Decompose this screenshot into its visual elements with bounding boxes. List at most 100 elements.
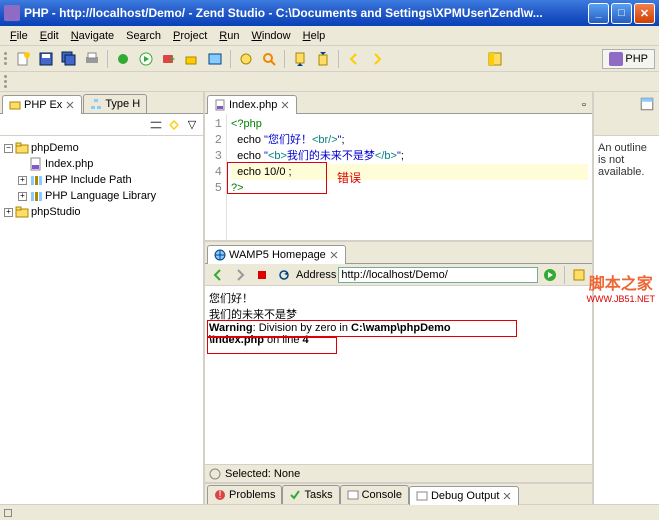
project-icon: [15, 205, 29, 219]
annotation-prev-button[interactable]: [290, 49, 310, 69]
open-perspective-button[interactable]: [485, 49, 505, 69]
menu-navigate[interactable]: Navigate: [65, 28, 120, 44]
perspective-label: PHP: [625, 53, 648, 65]
secondary-toolbar: [0, 72, 659, 92]
forward-button[interactable]: [367, 49, 387, 69]
project-icon: [15, 141, 29, 155]
menu-search[interactable]: Search: [120, 28, 167, 44]
php-file-icon: [29, 157, 43, 171]
browser-back-button[interactable]: [208, 265, 228, 285]
tab-type-hierarchy[interactable]: Type H: [83, 94, 147, 113]
open-type-button[interactable]: [236, 49, 256, 69]
tab-php-explorer[interactable]: PHP Ex: [2, 95, 82, 114]
maximize-button[interactable]: □: [611, 3, 632, 24]
run-button[interactable]: [136, 49, 156, 69]
code-editor[interactable]: <?php echo "您们好！<br/>"; echo "<b>我们的未来不是…: [227, 114, 592, 240]
browser-area: WAMP5 Homepage Address 您们好！ 我们的未来不是梦 Wa: [205, 242, 592, 482]
new-button[interactable]: [13, 49, 33, 69]
tab-tasks[interactable]: Tasks: [282, 485, 339, 504]
library-icon: [29, 189, 43, 203]
problems-icon: !: [214, 489, 226, 501]
status-text: Selected: None: [225, 468, 300, 480]
menu-run[interactable]: Run: [213, 28, 245, 44]
php-explorer-button[interactable]: [205, 49, 225, 69]
browser-forward-button[interactable]: [230, 265, 250, 285]
tab-debug-output[interactable]: Debug Output: [409, 486, 520, 505]
annotation-next-button[interactable]: [313, 49, 333, 69]
window-titlebar: PHP - http://localhost/Demo/ - Zend Stud…: [0, 0, 659, 26]
outline-message: An outline is not available.: [598, 142, 647, 178]
tab-label: Type H: [105, 98, 140, 110]
menu-edit[interactable]: Edit: [34, 28, 65, 44]
warning-highlight: [207, 337, 337, 354]
save-all-button[interactable]: [59, 49, 79, 69]
menu-window[interactable]: Window: [245, 28, 296, 44]
tab-problems[interactable]: !Problems: [207, 485, 282, 504]
browser-stop-button[interactable]: [252, 265, 272, 285]
expand-toggle[interactable]: +: [18, 176, 27, 185]
minimize-button[interactable]: _: [588, 3, 609, 24]
editor-tab-index[interactable]: Index.php: [207, 95, 297, 114]
run-external-button[interactable]: [159, 49, 179, 69]
tree-label: phpStudio: [31, 206, 81, 218]
expand-toggle[interactable]: +: [4, 208, 13, 217]
outline-view: An outline is not available.: [594, 136, 659, 504]
collapse-toggle[interactable]: −: [4, 144, 13, 153]
tree-label: PHP Language Library: [45, 190, 156, 202]
svg-text:!: !: [218, 489, 221, 501]
watermark: 脚本之家 WWW.JB51.NET: [586, 270, 655, 304]
new-server-button[interactable]: [182, 49, 202, 69]
expand-toggle[interactable]: +: [18, 192, 27, 201]
browser-refresh-button[interactable]: [274, 265, 294, 285]
status-icon: [209, 468, 221, 480]
tree-label: PHP Include Path: [45, 174, 132, 186]
tree-project-phpdemo[interactable]: − phpDemo: [4, 140, 199, 156]
folder-icon: [9, 99, 21, 111]
tree-file-index[interactable]: Index.php: [4, 156, 199, 172]
perspective-php[interactable]: PHP: [602, 49, 655, 69]
tasks-icon: [289, 489, 301, 501]
window-title: PHP - http://localhost/Demo/ - Zend Stud…: [24, 6, 588, 20]
collapse-all-button[interactable]: [148, 117, 164, 133]
tree-language-library[interactable]: + PHP Language Library: [4, 188, 199, 204]
print-button[interactable]: [82, 49, 102, 69]
page-line1: 您们好！: [209, 290, 588, 306]
close-icon[interactable]: [329, 250, 339, 260]
tab-console[interactable]: Console: [340, 485, 409, 504]
tree-project-phpstudio[interactable]: + phpStudio: [4, 204, 199, 220]
menu-project[interactable]: Project: [167, 28, 213, 44]
menu-help[interactable]: Help: [297, 28, 332, 44]
menu-file[interactable]: File: [4, 28, 34, 44]
maximize-icon[interactable]: ▫: [576, 97, 592, 113]
php-icon: [609, 52, 623, 66]
tab-label: WAMP5 Homepage: [229, 249, 326, 261]
link-editor-button[interactable]: [166, 117, 182, 133]
debug-button[interactable]: [113, 49, 133, 69]
back-button[interactable]: [344, 49, 364, 69]
globe-icon: [214, 249, 226, 261]
toolbar-grip[interactable]: [4, 75, 10, 88]
close-button[interactable]: ✕: [634, 3, 655, 24]
tree-include-path[interactable]: + PHP Include Path: [4, 172, 199, 188]
close-icon[interactable]: [65, 100, 75, 110]
browser-content: 您们好！ 我们的未来不是梦 Warning: Division by zero …: [205, 286, 592, 464]
browser-tab-wamp[interactable]: WAMP5 Homepage: [207, 245, 346, 264]
outline-restore-button[interactable]: [639, 96, 655, 112]
library-icon: [29, 173, 43, 187]
editor-area: Index.php ▫ 12345 <?php echo "您们好！<br/>"…: [205, 92, 592, 242]
view-menu-button[interactable]: ▽: [184, 117, 200, 133]
menu-bar: File Edit Navigate Search Project Run Wi…: [0, 26, 659, 46]
main-toolbar: PHP: [0, 46, 659, 72]
hierarchy-icon: [90, 98, 102, 110]
console-icon: [347, 489, 359, 501]
close-icon[interactable]: [280, 100, 290, 110]
tree-label: phpDemo: [31, 142, 79, 154]
address-input[interactable]: [338, 267, 538, 283]
tab-label: PHP Ex: [24, 99, 62, 111]
bottom-tabs: !Problems Tasks Console Debug Output: [205, 482, 592, 504]
search-button[interactable]: [259, 49, 279, 69]
line-gutter: 12345: [205, 114, 227, 240]
browser-go-button[interactable]: [540, 265, 560, 285]
save-button[interactable]: [36, 49, 56, 69]
toolbar-grip[interactable]: [4, 52, 10, 65]
